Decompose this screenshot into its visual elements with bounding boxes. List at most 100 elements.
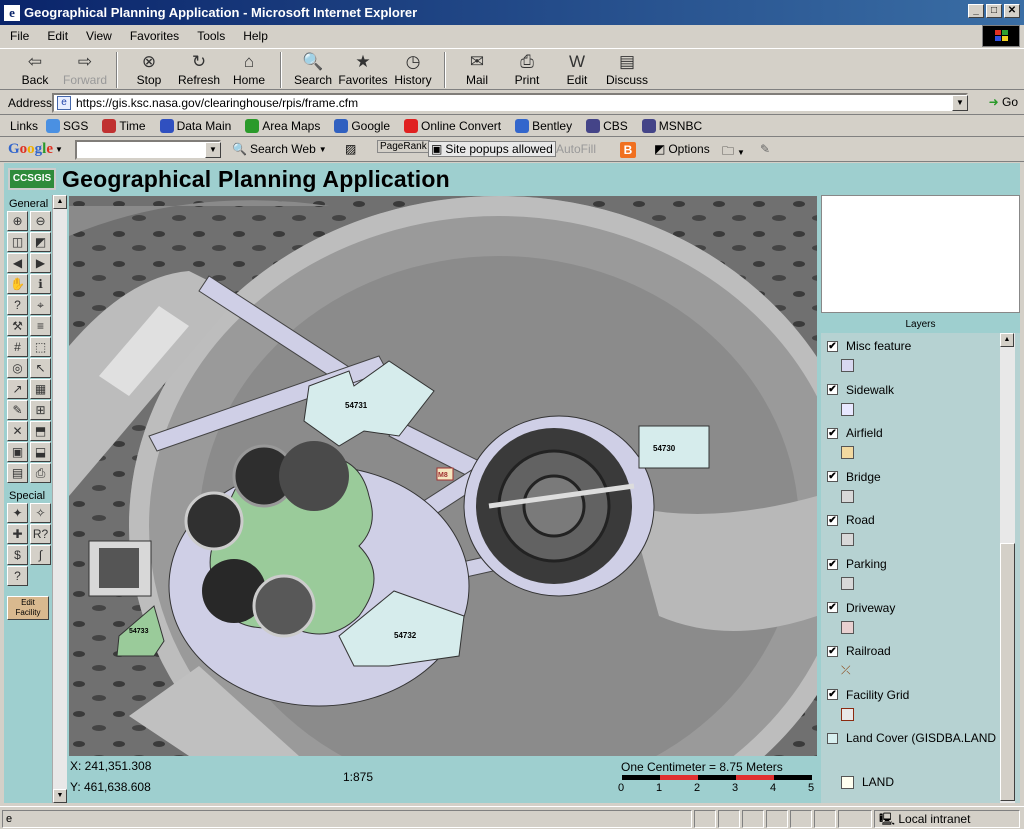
- link-msnbc[interactable]: MSNBC: [641, 118, 702, 133]
- map-tool-0-18-icon[interactable]: ✎: [7, 400, 28, 420]
- map-tool-1-3-icon[interactable]: R?: [30, 524, 51, 544]
- edit-button[interactable]: W Edit: [552, 49, 602, 87]
- map-tool-0-16-icon[interactable]: ↗: [7, 379, 28, 399]
- layer-checkbox[interactable]: ✔: [827, 602, 838, 614]
- map-tool-0-4-icon[interactable]: ◀: [7, 253, 28, 273]
- history-button[interactable]: ◷ History: [388, 49, 438, 87]
- map-tool-1-2-icon[interactable]: ✚: [7, 524, 28, 544]
- layer-checkbox[interactable]: ✔: [827, 689, 838, 701]
- back-button[interactable]: ⇦ Back: [10, 49, 60, 87]
- layer-checkbox[interactable]: [827, 732, 838, 744]
- layer-airfield[interactable]: ✔ Airfield: [827, 426, 883, 440]
- folder-icon[interactable]: 🗀 ▼: [722, 142, 745, 163]
- discuss-button[interactable]: ▤ Discuss: [602, 49, 652, 87]
- address-dropdown-button[interactable]: ▼: [952, 95, 968, 111]
- map-tool-0-15-icon[interactable]: ↖: [30, 358, 51, 378]
- refresh-button[interactable]: ↻ Refresh: [174, 49, 224, 87]
- map-tool-1-6-icon[interactable]: ?: [7, 566, 28, 586]
- search-button[interactable]: 🔍 Search: [288, 49, 338, 87]
- map-tool-0-17-icon[interactable]: ▦: [30, 379, 51, 399]
- link-online-convert[interactable]: Online Convert: [404, 118, 501, 133]
- tool-panel-scrollbar[interactable]: ▲ ▼: [52, 195, 67, 803]
- map-tool-0-25-icon[interactable]: ⎙: [30, 463, 51, 483]
- print-button[interactable]: ⎙ Print: [502, 49, 552, 87]
- layers-scroll-thumb[interactable]: [1000, 543, 1015, 801]
- autofill-button[interactable]: AutoFill: [556, 142, 596, 156]
- link-data-main[interactable]: Data Main: [159, 118, 231, 133]
- search-web-button[interactable]: 🔍 Search Web ▼: [232, 142, 327, 156]
- layer-checkbox[interactable]: ✔: [827, 427, 838, 439]
- google-search-input[interactable]: [75, 140, 221, 160]
- map-tool-0-11-icon[interactable]: ≡: [30, 316, 51, 336]
- map-tool-0-22-icon[interactable]: ▣: [7, 442, 28, 462]
- map-tool-0-2-icon[interactable]: ◫: [7, 232, 28, 252]
- highlighter-icon[interactable]: ✎: [760, 142, 770, 156]
- close-button[interactable]: ✕: [1004, 4, 1020, 18]
- go-button[interactable]: ➜ Go: [989, 95, 1018, 109]
- layer-land-cover-gisdba-land[interactable]: Land Cover (GISDBA.LAND: [827, 731, 996, 745]
- menu-file[interactable]: File: [10, 29, 29, 43]
- link-area-maps[interactable]: Area Maps: [245, 118, 320, 133]
- map-tool-1-0-icon[interactable]: ✦: [7, 503, 28, 523]
- map-tool-1-1-icon[interactable]: ✧: [30, 503, 51, 523]
- map-tool-0-1-icon[interactable]: ⊖: [30, 211, 51, 231]
- map-tool-0-19-icon[interactable]: ⊞: [30, 400, 51, 420]
- google-menu-arrow-icon[interactable]: ▼: [55, 145, 63, 154]
- map-tool-0-6-icon[interactable]: ✋: [7, 274, 28, 294]
- map-tool-0-21-icon[interactable]: ⬒: [30, 421, 51, 441]
- home-button[interactable]: ⌂ Home: [224, 49, 274, 87]
- layer-sidewalk[interactable]: ✔ Sidewalk: [827, 383, 894, 397]
- map-tool-0-8-icon[interactable]: ?: [7, 295, 28, 315]
- layer-railroad[interactable]: ✔ Railroad: [827, 644, 891, 658]
- minimize-button[interactable]: _: [968, 4, 984, 18]
- mail-button[interactable]: ✉ Mail: [452, 49, 502, 87]
- options-button[interactable]: ◩ Options: [654, 142, 710, 156]
- layer-checkbox[interactable]: ✔: [827, 340, 838, 352]
- edit-facility-button[interactable]: Edit Facility: [7, 596, 49, 620]
- blogger-icon[interactable]: B: [620, 142, 636, 158]
- layer-checkbox[interactable]: ✔: [827, 645, 838, 657]
- map-tool-0-20-icon[interactable]: ✕: [7, 421, 28, 441]
- window-title-bar[interactable]: e Geographical Planning Application - Mi…: [0, 0, 1024, 25]
- layer-checkbox[interactable]: ✔: [827, 558, 838, 570]
- google-logo[interactable]: Google: [8, 141, 53, 158]
- link-sgs[interactable]: SGS: [46, 118, 88, 133]
- map-tool-0-9-icon[interactable]: ⌖: [30, 295, 51, 315]
- menu-favorites[interactable]: Favorites: [130, 29, 179, 43]
- popup-blocker-button[interactable]: ▣ Site popups allowed: [428, 141, 556, 157]
- overview-map[interactable]: [821, 195, 1020, 313]
- forward-button[interactable]: ⇨ Forward: [60, 49, 110, 87]
- address-input[interactable]: e https://gis.ksc.nasa.gov/clearinghouse…: [52, 93, 968, 113]
- map-tool-0-23-icon[interactable]: ⬓: [30, 442, 51, 462]
- link-bentley[interactable]: Bentley: [515, 118, 572, 133]
- layer-land[interactable]: LAND: [841, 775, 894, 789]
- layer-facility-grid[interactable]: ✔ Facility Grid: [827, 688, 909, 702]
- menu-tools[interactable]: Tools: [197, 29, 225, 43]
- link-google[interactable]: Google: [334, 118, 390, 133]
- layer-checkbox[interactable]: ✔: [827, 384, 838, 396]
- layers-scroll-up-button[interactable]: ▲: [1000, 333, 1014, 347]
- scroll-up-button[interactable]: ▲: [53, 195, 67, 209]
- layer-road[interactable]: ✔ Road: [827, 513, 875, 527]
- news-icon[interactable]: ▨: [345, 142, 356, 156]
- map-tool-1-4-icon[interactable]: $: [7, 545, 28, 565]
- map-tool-0-5-icon[interactable]: ▶: [30, 253, 51, 273]
- map-tool-1-5-icon[interactable]: ∫: [30, 545, 51, 565]
- google-search-dropdown[interactable]: ▼: [205, 142, 221, 158]
- layer-bridge[interactable]: ✔ Bridge: [827, 470, 881, 484]
- layer-checkbox[interactable]: ✔: [827, 471, 838, 483]
- map-tool-0-7-icon[interactable]: ℹ: [30, 274, 51, 294]
- layer-parking[interactable]: ✔ Parking: [827, 557, 887, 571]
- map-tool-0-10-icon[interactable]: ⚒: [7, 316, 28, 336]
- scroll-down-button[interactable]: ▼: [53, 789, 67, 803]
- link-cbs[interactable]: CBS: [586, 118, 628, 133]
- layers-scrollbar[interactable]: ▲: [1000, 333, 1015, 803]
- link-time[interactable]: Time: [102, 118, 146, 133]
- map-tool-0-24-icon[interactable]: ▤: [7, 463, 28, 483]
- layer-misc-feature[interactable]: ✔ Misc feature: [827, 339, 911, 353]
- menu-edit[interactable]: Edit: [47, 29, 68, 43]
- map-tool-0-0-icon[interactable]: ⊕: [7, 211, 28, 231]
- layer-driveway[interactable]: ✔ Driveway: [827, 601, 895, 615]
- stop-button[interactable]: ⊗ Stop: [124, 49, 174, 87]
- map-tool-0-13-icon[interactable]: ⬚: [30, 337, 51, 357]
